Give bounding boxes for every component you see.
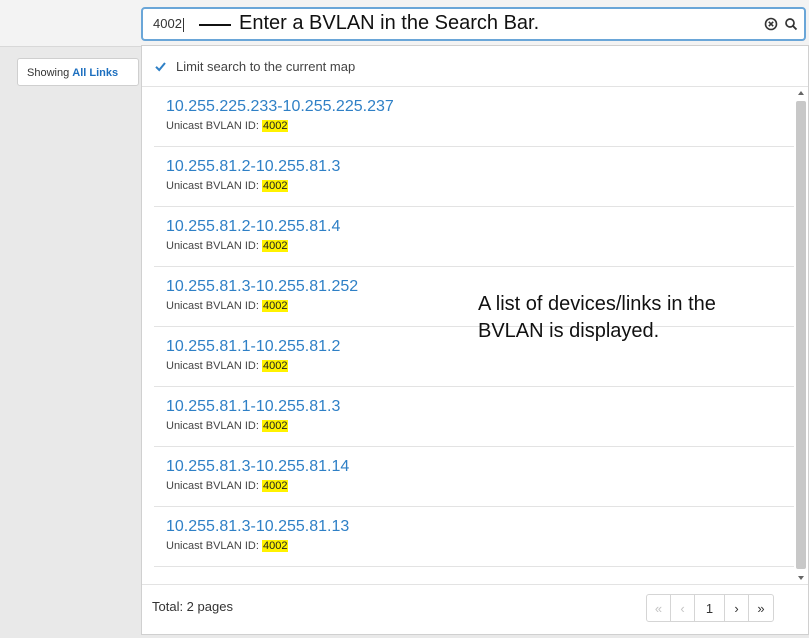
scrollbar-thumb[interactable] (796, 101, 806, 569)
result-sub-label: Unicast BVLAN ID: (166, 420, 259, 432)
result-subtitle: Unicast BVLAN ID: 4002 (166, 420, 289, 432)
result-subtitle: Unicast BVLAN ID: 4002 (166, 540, 289, 552)
result-subtitle: Unicast BVLAN ID: 4002 (166, 120, 289, 132)
result-item[interactable]: 10.255.225.233-10.255.225.237 Unicast BV… (154, 87, 794, 147)
search-input-value: 4002 (153, 16, 182, 31)
divider (142, 584, 808, 585)
result-title-link[interactable]: 10.255.81.1-10.255.81.3 (166, 398, 340, 416)
limit-search-label: Limit search to the current map (176, 59, 356, 74)
results-scrollbar[interactable] (794, 87, 808, 584)
result-sub-label: Unicast BVLAN ID: (166, 300, 259, 312)
result-item[interactable]: 10.255.81.1-10.255.81.3 Unicast BVLAN ID… (154, 387, 794, 447)
search-bar[interactable]: 4002 Enter a BVLAN in the Search Bar. (141, 7, 806, 41)
result-bvlan-id: 4002 (261, 420, 289, 432)
checkbox-checked-icon[interactable] (154, 60, 167, 73)
result-bvlan-id: 4002 (261, 120, 289, 132)
current-page-indicator[interactable]: 1 (695, 595, 725, 621)
result-bvlan-id: 4002 (261, 300, 289, 312)
results-list: 10.255.225.233-10.255.225.237 Unicast BV… (154, 87, 794, 607)
result-bvlan-id: 4002 (261, 480, 289, 492)
result-bvlan-id: 4002 (261, 540, 289, 552)
scroll-down-icon[interactable] (797, 574, 805, 582)
result-bvlan-id: 4002 (261, 360, 289, 372)
result-sub-label: Unicast BVLAN ID: (166, 180, 259, 192)
result-subtitle: Unicast BVLAN ID: 4002 (166, 480, 289, 492)
result-sub-label: Unicast BVLAN ID: (166, 120, 259, 132)
result-subtitle: Unicast BVLAN ID: 4002 (166, 300, 289, 312)
result-title-link[interactable]: 10.255.81.3-10.255.81.14 (166, 458, 349, 476)
text-caret (182, 17, 184, 32)
result-title-link[interactable]: 10.255.81.2-10.255.81.3 (166, 158, 340, 176)
result-title-link[interactable]: 10.255.81.3-10.255.81.13 (166, 518, 349, 536)
last-page-button[interactable]: » (749, 595, 773, 621)
list-callout-text: A list of devices/links in the BVLAN is … (478, 293, 716, 342)
result-item[interactable]: 10.255.81.3-10.255.81.14 Unicast BVLAN I… (154, 447, 794, 507)
result-subtitle: Unicast BVLAN ID: 4002 (166, 180, 289, 192)
result-sub-label: Unicast BVLAN ID: (166, 240, 259, 252)
callout-pointer-line (199, 24, 231, 26)
result-sub-label: Unicast BVLAN ID: (166, 540, 259, 552)
first-page-button[interactable]: « (647, 595, 671, 621)
result-bvlan-id: 4002 (261, 240, 289, 252)
total-pages-label: Total: 2 pages (152, 599, 233, 614)
search-callout-text: Enter a BVLAN in the Search Bar. (239, 12, 540, 34)
result-subtitle: Unicast BVLAN ID: 4002 (166, 360, 289, 372)
search-icon[interactable] (784, 17, 798, 31)
search-input[interactable]: 4002 (153, 16, 184, 32)
result-sub-label: Unicast BVLAN ID: (166, 360, 259, 372)
result-title-link[interactable]: 10.255.81.2-10.255.81.4 (166, 218, 340, 236)
result-title-link[interactable]: 10.255.225.233-10.255.225.237 (166, 98, 394, 116)
search-results-panel: Limit search to the current map 10.255.2… (141, 45, 809, 635)
result-title-link[interactable]: 10.255.81.3-10.255.81.252 (166, 278, 358, 296)
prev-page-button[interactable]: ‹ (671, 595, 695, 621)
next-page-button[interactable]: › (725, 595, 749, 621)
showing-filter-button[interactable]: Showing All Links (17, 58, 139, 86)
result-subtitle: Unicast BVLAN ID: 4002 (166, 240, 289, 252)
showing-value: All Links (72, 67, 119, 79)
limit-search-checkbox[interactable]: Limit search to the current map (154, 59, 355, 74)
result-sub-label: Unicast BVLAN ID: (166, 480, 259, 492)
scroll-up-icon[interactable] (797, 89, 805, 97)
result-bvlan-id: 4002 (261, 180, 289, 192)
result-item[interactable]: 10.255.81.2-10.255.81.4 Unicast BVLAN ID… (154, 207, 794, 267)
pagination: « ‹ 1 › » (646, 594, 774, 622)
result-item[interactable]: 10.255.81.2-10.255.81.3 Unicast BVLAN ID… (154, 147, 794, 207)
clear-icon[interactable] (764, 17, 778, 31)
result-title-link[interactable]: 10.255.81.1-10.255.81.2 (166, 338, 340, 356)
result-item[interactable]: 10.255.81.3-10.255.81.13 Unicast BVLAN I… (154, 507, 794, 567)
showing-prefix: Showing (27, 67, 70, 79)
